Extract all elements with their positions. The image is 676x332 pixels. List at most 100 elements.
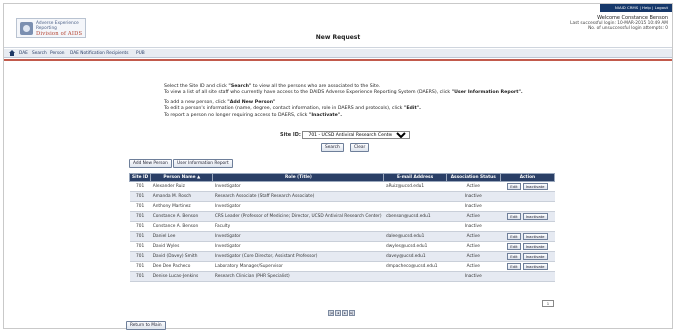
cell-actions <box>500 191 555 202</box>
cell-site-id: 701 <box>129 221 151 232</box>
instructions: Select the Site ID and click "Search" to… <box>164 84 664 122</box>
cell-role: Investigator <box>212 241 384 252</box>
instr-5b: "Inactivate". <box>308 112 343 118</box>
clear-button[interactable]: Clear <box>350 143 370 152</box>
last-page-button[interactable]: ▸| <box>349 310 355 316</box>
cell-actions <box>500 201 555 212</box>
first-page-button[interactable]: |◂ <box>328 310 334 316</box>
app-frame: Adverse Experience Reporting Division of… <box>3 3 673 330</box>
table-row: 701 Alexander Ruiz Investigator aRuiz@ucsd.… <box>129 181 555 192</box>
cell-person-name: David Wyles <box>150 241 213 252</box>
next-page-button[interactable]: ▸ <box>342 310 348 316</box>
col-association-status[interactable]: Association Status <box>445 173 501 182</box>
cell-status: Inactive <box>446 191 501 202</box>
cell-site-id: 701 <box>129 181 151 192</box>
page-select[interactable]: 1 <box>542 300 554 307</box>
cell-person-name: Daniel Lee <box>150 231 213 242</box>
edit-button[interactable]: Edit <box>507 253 521 260</box>
nav-dae-notification-recipients[interactable]: DAE Notification Recipients <box>70 51 128 56</box>
cell-site-id: 701 <box>129 201 151 212</box>
col-site-id[interactable]: Site ID <box>128 173 152 182</box>
home-icon[interactable] <box>9 50 15 56</box>
cell-role: Investigator <box>212 181 384 192</box>
cell-status: Active <box>446 251 501 262</box>
inactivate-button[interactable]: Inactivate <box>522 213 548 220</box>
cell-email <box>383 221 447 232</box>
inactivate-button[interactable]: Inactivate <box>522 243 548 250</box>
edit-button[interactable]: Edit <box>507 263 521 270</box>
page-header: Adverse Experience Reporting Division of… <box>4 4 672 48</box>
cell-status: Active <box>446 211 501 222</box>
return-to-main-button[interactable]: Return to Main <box>126 321 166 330</box>
col-person-name[interactable]: Person Name ▲ <box>150 173 214 182</box>
edit-button[interactable]: Edit <box>507 213 521 220</box>
inactivate-button[interactable]: Inactivate <box>522 233 548 240</box>
instr-1a: Select the Site ID and click <box>164 84 229 89</box>
cell-role: Laboratory Manager/Supervisor <box>212 261 384 272</box>
cell-person-name: Constance A. Benson <box>150 221 213 232</box>
site-id-filter: Site ID: 701 - UCSD Antiviral Research C… <box>280 131 411 139</box>
site-id-select[interactable]: 701 - UCSD Antiviral Research Center CRS <box>302 131 411 139</box>
table-row: 701 Daniel Lee Investigator dalee@ucsd.edu1… <box>129 231 555 242</box>
edit-button[interactable]: Edit <box>507 243 521 250</box>
cell-person-name: David (Davey) Smith <box>150 251 213 262</box>
instr-5a: To report a person no longer requiring a… <box>164 112 309 118</box>
inactivate-button[interactable]: Inactivate <box>522 253 548 260</box>
cell-email: davey@ucsd.edu1 <box>383 251 447 262</box>
cell-status: Active <box>446 241 501 252</box>
table-row: 701 Denise Lucas-Jenkins Research Clinicia… <box>129 271 555 282</box>
prev-page-button[interactable]: ◂ <box>335 310 341 316</box>
welcome-panel: Welcome Constance Benson Last successful… <box>508 15 668 31</box>
cell-email: dwyles@ucsd.edu1 <box>383 241 447 252</box>
table-row: 701 Amanda M. Rosch Research Associate (St… <box>129 191 555 202</box>
cell-status: Inactive <box>446 201 501 212</box>
edit-button[interactable]: Edit <box>507 233 521 240</box>
cell-person-name: Anthony Martinez <box>150 201 213 212</box>
cell-email: cbenson@ucsd.edu1 <box>383 211 447 222</box>
table-row: 701 Dee Dee Pacheco Laboratory Manager/Sup… <box>129 261 555 272</box>
cell-email <box>383 271 447 282</box>
cell-person-name: Constance A. Benson <box>150 211 213 222</box>
instr-2b: "User Information Report". <box>451 90 523 96</box>
cell-status: Active <box>446 181 501 192</box>
instr-3b: "Add New Person" <box>227 99 276 105</box>
cell-actions <box>500 221 555 232</box>
cell-role: Investigator <box>212 201 384 212</box>
instr-3a: To add a new person, click <box>164 99 228 105</box>
col-action: Action <box>499 173 556 182</box>
search-button[interactable]: Search <box>321 143 344 152</box>
cell-site-id: 701 <box>129 271 151 282</box>
cell-role: Faculty <box>212 221 384 232</box>
pagination: |◂ ◂ ▸ ▸| <box>328 310 356 316</box>
nav-search[interactable]: Search <box>32 51 47 56</box>
col-email[interactable]: E-mail Address <box>383 173 447 182</box>
page-title: New Request <box>315 34 361 41</box>
nav-person[interactable]: Person <box>50 51 64 56</box>
table-header-row: Site ID Person Name ▲ Role (Title) E-mai… <box>128 173 556 182</box>
instr-1c: to view all the persons who are associat… <box>251 84 381 89</box>
cell-person-name: Alexander Ruiz <box>150 181 213 192</box>
cell-status: Inactive <box>446 221 501 232</box>
persons-table: Site ID Person Name ▲ Role (Title) E-mai… <box>128 173 556 282</box>
cell-site-id: 701 <box>129 251 151 262</box>
edit-button[interactable]: Edit <box>507 183 521 190</box>
add-new-person-button[interactable]: Add New Person <box>129 159 172 168</box>
inactivate-button[interactable]: Inactivate <box>522 263 548 270</box>
logo-title: Adverse Experience Reporting <box>36 21 79 31</box>
table-row: 701 Constance A. Benson Faculty Inactive <box>129 221 555 232</box>
cell-status: Inactive <box>446 271 501 282</box>
top-links[interactable]: NIAID CRMS | Help | Logout <box>600 4 672 12</box>
nav-pub[interactable]: PUB <box>136 51 145 56</box>
user-information-report-button[interactable]: User Information Report <box>173 159 233 168</box>
cell-role: Research Associate (Staff Research Assoc… <box>212 191 384 202</box>
col-role[interactable]: Role (Title) <box>212 173 385 182</box>
page-select-value[interactable]: 1 <box>547 301 549 306</box>
header-divider <box>4 59 672 61</box>
nav-dae[interactable]: DAE <box>19 51 28 56</box>
cell-person-name: Denise Lucas-Jenkins <box>150 271 213 282</box>
cell-status: Active <box>446 231 501 242</box>
cell-email <box>383 201 447 212</box>
top-links-text[interactable]: NIAID CRMS | Help | Logout <box>615 5 668 10</box>
cell-role: Research Clinician (PHR Specialist) <box>212 271 384 282</box>
inactivate-button[interactable]: Inactivate <box>522 183 548 190</box>
